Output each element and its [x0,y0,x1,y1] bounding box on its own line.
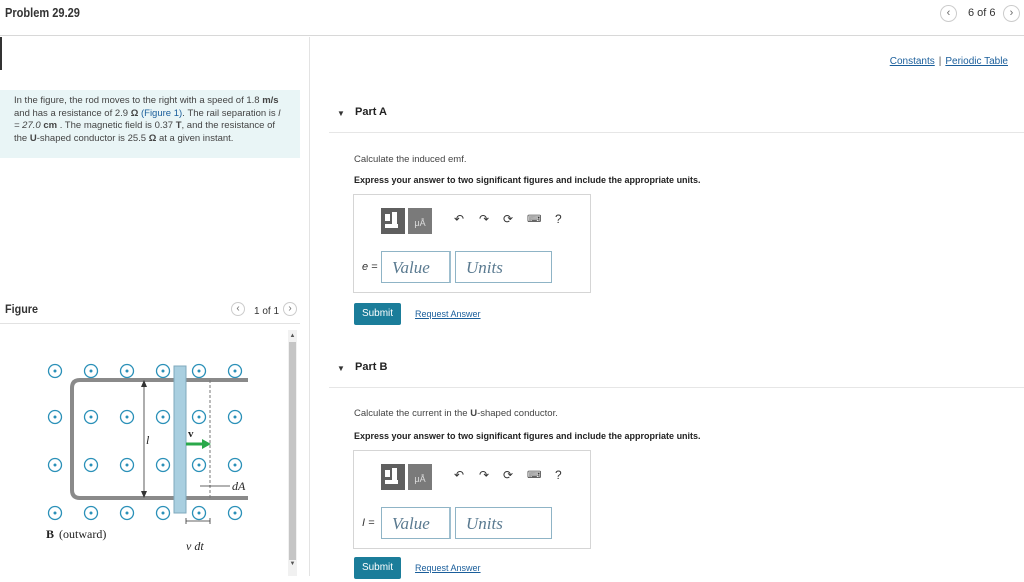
request-answer-link[interactable]: Request Answer [415,309,481,319]
label-outward: (outward) [59,527,106,541]
part-b-answer-box: μÅ ↶ ↷ ⟳ ⌨ ? I = Value Units [353,450,591,549]
emf-variable: e = [362,261,378,273]
scroll-up-icon[interactable]: ▲ [289,332,296,340]
redo-icon[interactable]: ↷ [479,212,489,226]
units-input[interactable]: Units [455,507,552,539]
keyboard-icon[interactable]: ⌨ [527,214,541,225]
chevron-right-icon: › [1009,7,1014,19]
unit-ohm: Ω [148,132,157,144]
part-a-prompt: Calculate the induced emf. [354,154,467,165]
figure-panel: l v dA v dt B (outward) [0,323,300,576]
part-b-title: Part B [355,361,388,373]
intro-text: -shaped conductor is 25.5 [36,132,147,144]
unit-speed: m/s [262,95,279,106]
unit-ohm: Ω [130,107,139,119]
part-a-header[interactable]: ▼ Part A [329,95,1024,133]
chevron-left-icon: ‹ [236,303,240,314]
resource-links: Constants | Periodic Table [890,56,1008,67]
label-B: B [46,527,54,541]
undo-icon[interactable]: ↶ [454,468,464,482]
part-b-instruction: Express your answer to two significant f… [354,431,701,441]
help-icon[interactable]: ? [555,468,562,482]
submit-button[interactable]: Submit [354,303,401,325]
next-figure-button[interactable]: › [283,302,297,316]
scroll-thumb[interactable] [289,342,296,560]
part-a-instruction: Express your answer to two significant f… [354,175,701,185]
unit-cm: cm [43,120,58,131]
intro-text: and has a resistance of 2.9 [14,107,129,119]
left-edge-marker [0,37,2,70]
top-bar: Problem 29.29 ‹ 6 of 6 › [0,0,1024,36]
reset-icon[interactable]: ⟳ [503,212,513,226]
figure-label: Figure [5,302,39,316]
value-input[interactable]: Value [381,507,451,539]
collapse-triangle-icon[interactable]: ▼ [337,364,345,373]
periodic-table-link[interactable]: Periodic Table [945,56,1008,67]
help-icon[interactable]: ? [555,212,562,226]
prompt-text: Calculate the current in the [354,408,468,419]
u-shaped-conductor [70,378,248,500]
intro-text: at a given instant. [158,132,234,144]
request-answer-link[interactable]: Request Answer [415,563,481,573]
label-vdt: v dt [186,539,204,553]
figure-scrollbar[interactable]: ▲ ▼ [288,330,297,576]
figure-diagram: l v dA v dt B (outward) [46,363,248,553]
link-separator: | [938,56,942,67]
templates-icon[interactable] [381,464,405,490]
undo-icon[interactable]: ↶ [454,212,464,226]
collapse-triangle-icon[interactable]: ▼ [337,109,345,118]
chevron-right-icon: › [288,303,292,314]
part-a-title: Part A [355,106,387,118]
part-a-answer-box: μÅ ↶ ↷ ⟳ ⌨ ? e = Value Units [353,194,591,293]
right-panel: Constants | Periodic Table ▼ Part A Calcul… [311,37,1024,579]
intro-text: . The rail separation is [182,107,276,119]
intro-text: In the figure, the rod moves to the righ… [14,95,260,106]
next-problem-button[interactable]: › [1003,5,1020,22]
intro-text: . The magnetic field is 0.37 [59,120,174,131]
label-v: v [188,428,194,440]
problem-intro: In the figure, the rod moves to the righ… [0,90,300,158]
units-icon[interactable]: μÅ [408,464,432,490]
prev-figure-button[interactable]: ‹ [231,302,245,316]
current-variable: I = [362,517,375,529]
problem-pager: 6 of 6 [968,7,996,19]
prompt-text: -shaped conductor. [477,408,558,419]
chevron-left-icon: ‹ [946,7,951,19]
value-input[interactable]: Value [381,251,451,283]
label-l: l [146,433,150,447]
problem-title: Problem 29.29 [5,5,80,20]
prev-problem-button[interactable]: ‹ [940,5,957,22]
scroll-down-icon[interactable]: ▼ [289,560,296,568]
constants-link[interactable]: Constants [890,56,935,67]
units-input[interactable]: Units [455,251,552,283]
templates-icon[interactable] [381,208,405,234]
part-b-header[interactable]: ▼ Part B [329,350,1024,388]
label-dA: dA [232,479,246,493]
moving-rod [173,365,187,514]
figure-link[interactable]: (Figure 1) [141,108,182,119]
redo-icon[interactable]: ↷ [479,468,489,482]
part-b-prompt: Calculate the current in the U-shaped co… [354,408,558,419]
u-shape-symbol: U [29,132,37,144]
keyboard-icon[interactable]: ⌨ [527,470,541,481]
figure-pager: 1 of 1 [254,306,280,317]
units-icon[interactable]: μÅ [408,208,432,234]
reset-icon[interactable]: ⟳ [503,468,513,482]
